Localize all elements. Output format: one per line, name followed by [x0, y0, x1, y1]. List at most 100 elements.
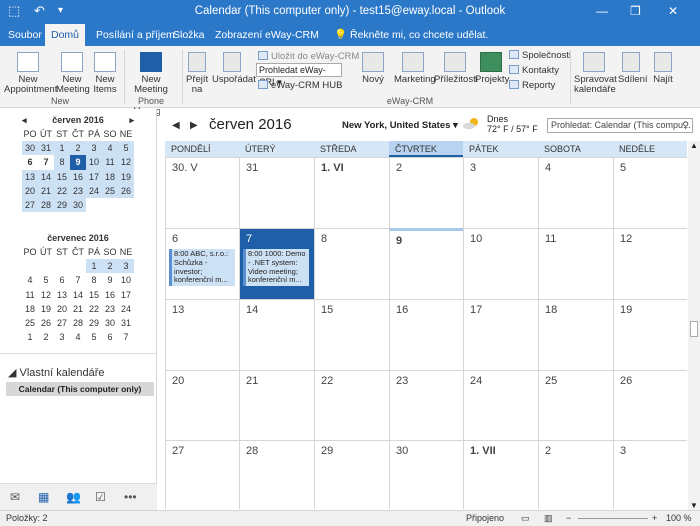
mini-day[interactable]: 3 — [54, 330, 70, 344]
mini-day[interactable] — [102, 198, 118, 212]
mini-day[interactable]: 16 — [70, 169, 86, 184]
tab-home[interactable]: Domů — [45, 24, 86, 46]
prev-month-icon[interactable]: ◂ — [22, 113, 27, 127]
mini-day[interactable]: 2 — [70, 141, 86, 156]
mini-day[interactable]: 6 — [102, 330, 118, 344]
day-cell[interactable]: 12 — [613, 228, 687, 299]
day-cell[interactable]: 23 — [389, 370, 463, 440]
mini-day[interactable]: 17 — [118, 288, 134, 302]
mini-day[interactable]: 14 — [70, 288, 86, 302]
location-dropdown[interactable]: New York, United States ▾ — [342, 120, 458, 131]
mini-day[interactable]: 15 — [86, 288, 102, 302]
next-month-icon[interactable]: ▸ — [129, 113, 134, 127]
mini-day[interactable] — [70, 259, 86, 273]
calendar-event[interactable]: 8:00 ABC, s.r.o.: Schůzka - investor; ko… — [169, 249, 235, 286]
mini-day[interactable]: 12 — [38, 288, 54, 302]
minimize-button[interactable]: — — [596, 4, 608, 18]
scroll-thumb[interactable] — [690, 321, 698, 337]
mini-day[interactable]: 13 — [54, 288, 70, 302]
mini-day[interactable]: 21 — [70, 302, 86, 316]
marketing-button[interactable]: Marketing — [394, 52, 436, 85]
mini-day[interactable]: 27 — [22, 197, 38, 213]
mini-day[interactable]: 4 — [22, 273, 38, 287]
mini-day[interactable]: 1 — [54, 141, 70, 156]
new-meeting-button[interactable]: New Meeting — [56, 52, 90, 95]
day-cell[interactable]: 19 — [613, 299, 687, 370]
mini-day[interactable]: 17 — [86, 169, 102, 184]
mini-day[interactable]: 30 — [22, 141, 38, 156]
day-cell[interactable]: 29 — [314, 440, 389, 509]
day-cell[interactable]: 13 — [165, 299, 239, 370]
day-cell[interactable]: 4 — [538, 157, 613, 228]
mail-icon[interactable]: ✉ — [10, 490, 20, 504]
next-period-icon[interactable]: ▶ — [190, 120, 198, 131]
day-cell-today[interactable]: 9 — [389, 228, 463, 299]
calendar-search-input[interactable]: Prohledat: Calendar (This compu... ⚲ — [547, 118, 693, 133]
mini-day[interactable] — [54, 259, 70, 273]
day-cell[interactable]: 5 — [613, 157, 687, 228]
day-cell-selected[interactable]: 7 8:00 1000: Demo - .NET system: Video m… — [239, 228, 314, 299]
day-cell[interactable]: 26 — [613, 370, 687, 440]
day-cell[interactable]: 14 — [239, 299, 314, 370]
day-cell[interactable]: 18 — [538, 299, 613, 370]
mini-day[interactable]: 24 — [118, 302, 134, 316]
tasks-icon[interactable]: ☑ — [95, 490, 106, 504]
new-dropdown-button[interactable]: Nový — [360, 52, 386, 85]
reports-button[interactable]: Reporty — [509, 79, 555, 93]
mini-day[interactable]: 29 — [86, 316, 102, 330]
mini-day[interactable]: 11 — [22, 288, 38, 302]
day-cell[interactable]: 27 — [165, 440, 239, 509]
mini-day[interactable]: 8 — [54, 155, 70, 170]
calendar-event[interactable]: 8:00 1000: Demo - .NET system: Video mee… — [243, 249, 309, 286]
day-cell[interactable]: 10 — [463, 228, 538, 299]
mini-day[interactable]: 6 — [22, 155, 38, 169]
day-cell[interactable]: 16 — [389, 299, 463, 370]
day-cell[interactable]: 20 — [165, 370, 239, 440]
find-button[interactable]: Najít — [650, 52, 676, 85]
mini-day[interactable]: 19 — [118, 169, 134, 184]
mini-day[interactable]: 24 — [86, 183, 102, 198]
mini-day[interactable] — [38, 259, 54, 273]
day-cell[interactable]: 2 — [538, 440, 613, 509]
mini-day[interactable] — [22, 259, 38, 273]
zoom-level[interactable]: 100 % — [666, 513, 692, 523]
day-cell[interactable]: 25 — [538, 370, 613, 440]
prev-period-icon[interactable]: ◀ — [172, 120, 180, 131]
day-cell[interactable]: 2 — [389, 157, 463, 228]
go-to-button[interactable]: Přejít na — [186, 52, 208, 95]
day-cell[interactable]: 8 — [314, 228, 389, 299]
day-cell[interactable]: 3 — [463, 157, 538, 228]
tab-folder[interactable]: Složka — [167, 24, 211, 46]
mini-day[interactable]: 2 — [38, 330, 54, 344]
contacts-button[interactable]: Kontakty — [509, 64, 559, 78]
mini-day[interactable]: 20 — [54, 302, 70, 316]
mini-day[interactable] — [86, 198, 102, 212]
mini-day[interactable]: 14 — [38, 169, 54, 184]
mini-day[interactable]: 11 — [102, 155, 118, 170]
mini-day[interactable]: 5 — [86, 330, 102, 344]
manage-calendars-button[interactable]: Spravovat kalendáře — [574, 52, 617, 95]
companies-button[interactable]: Společnosti — [509, 49, 571, 63]
scroll-up-icon[interactable]: ▲ — [690, 141, 698, 150]
mini-day[interactable]: 4 — [70, 330, 86, 344]
mini-day[interactable]: 7 — [118, 330, 134, 344]
mini-day[interactable]: 1 — [22, 330, 38, 344]
day-cell[interactable]: 11 — [538, 228, 613, 299]
mini-day[interactable]: 10 — [86, 155, 102, 170]
mini-day[interactable]: 22 — [54, 183, 70, 198]
mini-day[interactable]: 6 — [54, 273, 70, 287]
vertical-scrollbar[interactable]: ▲ ▼ — [688, 141, 700, 510]
mini-day[interactable]: 26 — [118, 183, 134, 198]
mini-day[interactable]: 18 — [102, 169, 118, 184]
more-icon[interactable]: ••• — [124, 490, 137, 504]
close-button[interactable]: ✕ — [668, 4, 678, 18]
new-appointment-button[interactable]: New Appointment — [4, 52, 57, 95]
day-cell[interactable]: 22 — [314, 370, 389, 440]
day-cell[interactable]: 30 — [389, 440, 463, 509]
restore-button[interactable]: ❐ — [630, 4, 641, 18]
people-icon[interactable]: 👥 — [66, 490, 81, 504]
calendar-list-item[interactable]: Calendar (This computer only) — [6, 382, 154, 396]
mini-day[interactable]: 25 — [102, 183, 118, 198]
mini-day[interactable]: 20 — [22, 183, 38, 198]
reading-view-icon[interactable]: ▥ — [544, 513, 553, 524]
